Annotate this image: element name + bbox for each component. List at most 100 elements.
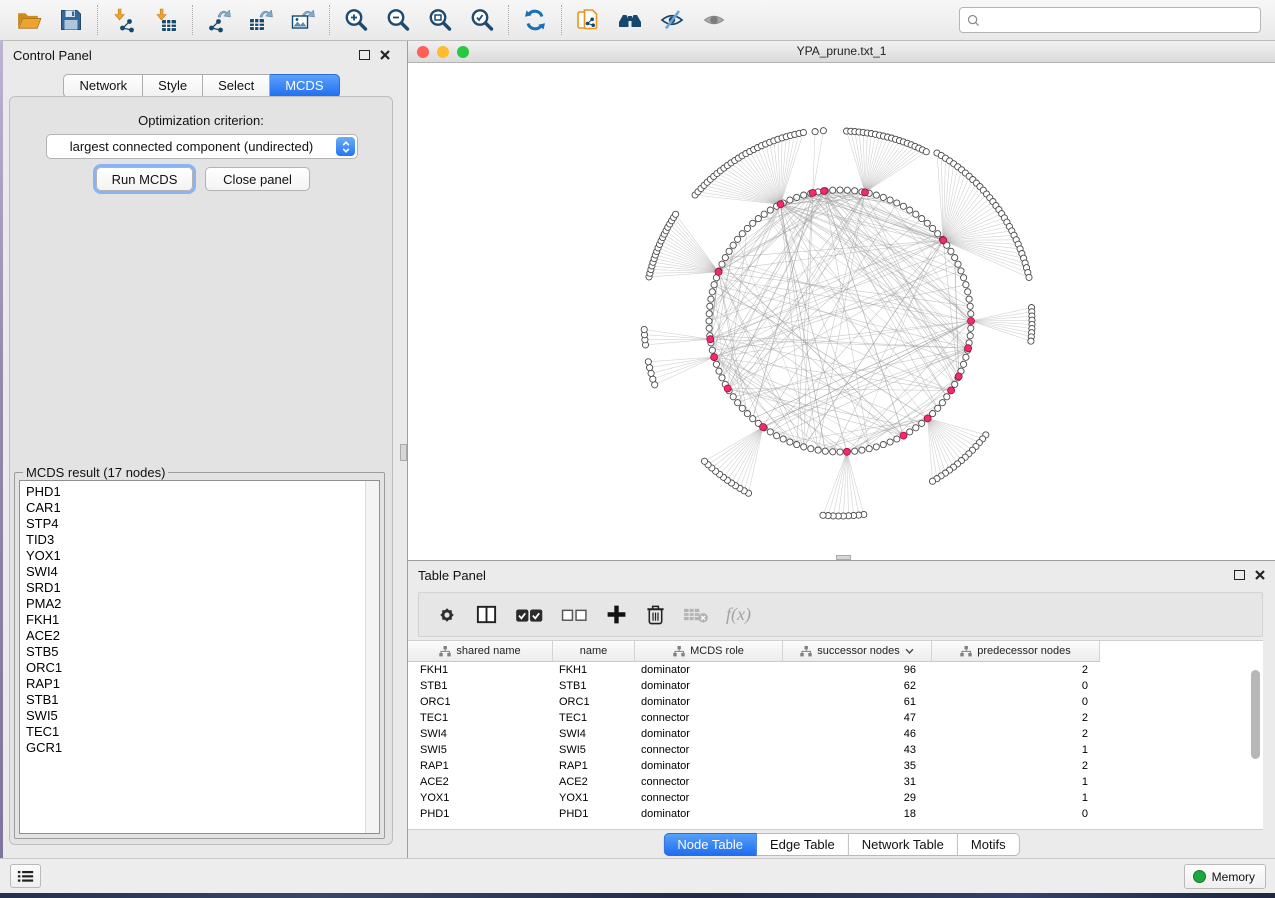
- graph-mcds-hub-node[interactable]: [968, 318, 975, 325]
- mcds-result-item[interactable]: STB5: [26, 644, 379, 660]
- graph-leaf-node[interactable]: [648, 370, 654, 376]
- column-header-predecessor-nodes[interactable]: predecessor nodes: [932, 641, 1100, 662]
- memory-button[interactable]: Memory: [1184, 864, 1266, 889]
- search-input[interactable]: [984, 12, 1253, 28]
- graph-ring-node[interactable]: [822, 448, 828, 454]
- graph-ring-node[interactable]: [711, 282, 717, 288]
- graph-ring-node[interactable]: [706, 311, 712, 317]
- window-minimize-button[interactable]: [437, 46, 449, 58]
- graph-ring-node[interactable]: [735, 400, 741, 406]
- mcds-result-item[interactable]: TEC1: [26, 724, 379, 740]
- show-columns-button[interactable]: [475, 603, 498, 626]
- table-row[interactable]: TEC1TEC1connector472: [408, 710, 1263, 726]
- graph-ring-node[interactable]: [907, 429, 913, 435]
- graph-leaf-node[interactable]: [641, 326, 647, 332]
- mcds-result-item[interactable]: PHD1: [26, 484, 379, 500]
- deselect-all-rows-button[interactable]: [561, 605, 588, 624]
- network-window-titlebar[interactable]: YPA_prune.txt_1: [408, 41, 1275, 63]
- export-table-button[interactable]: [240, 3, 282, 37]
- table-row[interactable]: STB1STB1dominator620: [408, 678, 1263, 694]
- zoom-fit-button[interactable]: [419, 3, 461, 37]
- export-image-button[interactable]: [282, 3, 324, 37]
- mcds-result-item[interactable]: CAR1: [26, 500, 379, 516]
- control-panel-float-button[interactable]: [359, 50, 370, 60]
- graph-ring-node[interactable]: [887, 439, 893, 445]
- graph-leaf-node[interactable]: [800, 129, 806, 135]
- tab-edge-table[interactable]: Edge Table: [757, 833, 849, 856]
- table-settings-button[interactable]: [436, 604, 458, 626]
- graph-ring-node[interactable]: [794, 442, 800, 448]
- table-panel-close-button[interactable]: [1255, 570, 1265, 580]
- graph-ring-node[interactable]: [952, 381, 958, 387]
- import-table-button[interactable]: [145, 3, 187, 37]
- graph-ring-node[interactable]: [880, 442, 886, 448]
- graph-leaf-node[interactable]: [701, 458, 707, 464]
- graph-mcds-hub-node[interactable]: [711, 354, 718, 361]
- neighbors-button[interactable]: [609, 3, 651, 37]
- graph-leaf-node[interactable]: [673, 211, 679, 217]
- graph-ring-node[interactable]: [919, 420, 925, 426]
- graph-ring-node[interactable]: [913, 211, 919, 217]
- graph-ring-node[interactable]: [852, 188, 858, 194]
- graph-ring-node[interactable]: [830, 449, 836, 455]
- mcds-result-item[interactable]: SWI5: [26, 708, 379, 724]
- graph-ring-node[interactable]: [750, 220, 756, 226]
- tab-mcds[interactable]: MCDS: [270, 74, 339, 98]
- graph-ring-node[interactable]: [968, 311, 974, 317]
- import-network-button[interactable]: [103, 3, 145, 37]
- mcds-result-item[interactable]: ORC1: [26, 660, 379, 676]
- graph-ring-node[interactable]: [900, 203, 906, 209]
- graph-ring-node[interactable]: [963, 354, 969, 360]
- graph-ring-node[interactable]: [967, 303, 973, 309]
- graph-ring-node[interactable]: [907, 207, 913, 213]
- graph-ring-node[interactable]: [708, 296, 714, 302]
- search-box[interactable]: [959, 7, 1261, 33]
- graph-leaf-node[interactable]: [929, 478, 935, 484]
- graph-ring-node[interactable]: [924, 220, 930, 226]
- mcds-result-item[interactable]: STB1: [26, 692, 379, 708]
- graph-ring-node[interactable]: [726, 248, 732, 254]
- mcds-result-item[interactable]: SWI4: [26, 564, 379, 580]
- network-graph[interactable]: [408, 63, 1275, 558]
- graph-ring-node[interactable]: [716, 368, 722, 374]
- table-row[interactable]: ACE2ACE2connector311: [408, 774, 1263, 790]
- graph-ring-node[interactable]: [894, 436, 900, 442]
- graph-ring-node[interactable]: [873, 444, 879, 450]
- zoom-out-button[interactable]: [377, 3, 419, 37]
- table-row[interactable]: SWI4SWI4dominator462: [408, 726, 1263, 742]
- graph-ring-node[interactable]: [801, 444, 807, 450]
- graph-mcds-hub-node[interactable]: [715, 268, 722, 275]
- add-column-button[interactable]: [605, 603, 628, 626]
- tab-select[interactable]: Select: [203, 74, 270, 98]
- graph-ring-node[interactable]: [958, 268, 964, 274]
- graph-ring-node[interactable]: [794, 194, 800, 200]
- show-all-button[interactable]: [693, 3, 735, 37]
- graph-ring-node[interactable]: [837, 449, 843, 455]
- graph-ring-node[interactable]: [859, 447, 865, 453]
- graph-ring-node[interactable]: [744, 411, 750, 417]
- close-panel-button[interactable]: Close panel: [205, 167, 310, 191]
- graph-ring-node[interactable]: [913, 425, 919, 431]
- graph-ring-node[interactable]: [944, 394, 950, 400]
- graph-mcds-hub-node[interactable]: [948, 387, 955, 394]
- graph-leaf-node[interactable]: [923, 149, 929, 155]
- graph-ring-node[interactable]: [730, 242, 736, 248]
- graph-ring-node[interactable]: [739, 231, 745, 237]
- control-panel-close-button[interactable]: [380, 50, 390, 60]
- graph-ring-node[interactable]: [963, 282, 969, 288]
- graph-ring-node[interactable]: [935, 231, 941, 237]
- mcds-result-item[interactable]: YOX1: [26, 548, 379, 564]
- graph-ring-node[interactable]: [919, 216, 925, 222]
- graph-mcds-hub-node[interactable]: [707, 336, 714, 343]
- mcds-list-scrollbar[interactable]: [365, 481, 379, 833]
- graph-leaf-node[interactable]: [812, 129, 818, 135]
- graph-ring-node[interactable]: [767, 207, 773, 213]
- graph-ring-node[interactable]: [801, 192, 807, 198]
- graph-ring-node[interactable]: [837, 187, 843, 193]
- vertical-splitter[interactable]: [400, 41, 408, 858]
- tab-motifs[interactable]: Motifs: [958, 833, 1020, 856]
- mcds-result-item[interactable]: SRD1: [26, 580, 379, 596]
- tab-network[interactable]: Network: [63, 74, 143, 98]
- table-row[interactable]: FKH1FKH1dominator962: [408, 662, 1263, 678]
- graph-mcds-hub-node[interactable]: [900, 432, 907, 439]
